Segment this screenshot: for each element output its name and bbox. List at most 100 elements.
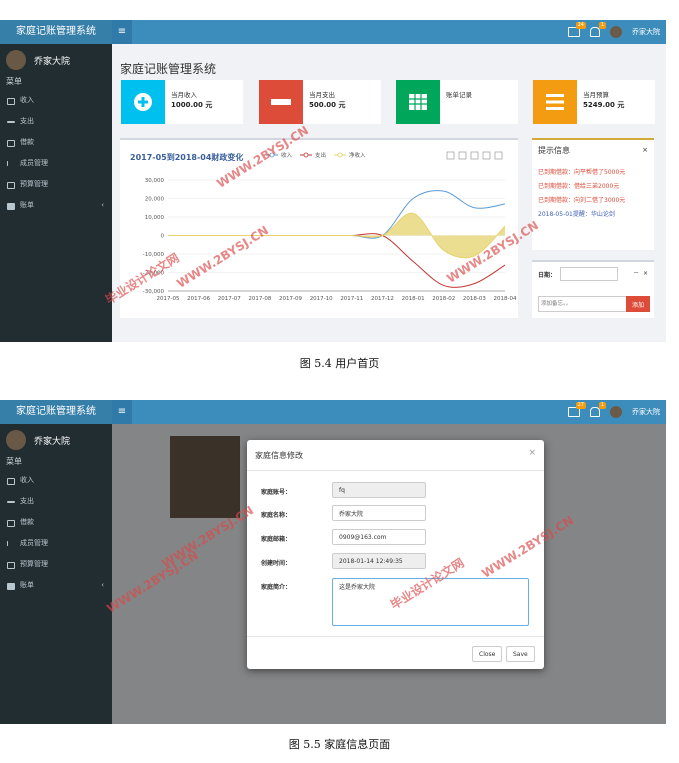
sidebar-item-members[interactable]: 成员管理 bbox=[0, 153, 112, 174]
sidebar-item-loan[interactable]: 借款 bbox=[0, 132, 112, 153]
close-button[interactable]: Close bbox=[472, 646, 503, 662]
series-line-0 bbox=[168, 190, 506, 239]
top-navbar: 家庭记账管理系统 ≡ 27 1 乔家大院 bbox=[0, 400, 666, 424]
brand-logo[interactable]: 家庭记账管理系统 bbox=[0, 400, 112, 424]
money-icon bbox=[7, 478, 15, 485]
date-input[interactable] bbox=[560, 267, 618, 281]
notice-line: 2018-05-01提醒：华山论剑 bbox=[538, 211, 615, 218]
field-label: 家庭邮箱： bbox=[261, 536, 292, 543]
sidebar-item-members[interactable]: 成员管理 bbox=[0, 533, 112, 554]
close-icon[interactable]: × bbox=[528, 448, 536, 458]
legend-label: 收入 bbox=[281, 151, 293, 159]
family-account-field[interactable] bbox=[332, 482, 426, 498]
stat-budget[interactable]: 当月预算 5249.00 元 bbox=[533, 80, 655, 124]
book-icon bbox=[7, 182, 15, 189]
line-icon[interactable] bbox=[470, 151, 479, 160]
y-tick-label: 10,000 bbox=[145, 215, 165, 221]
brand-logo[interactable]: 家庭记账管理系统 bbox=[0, 20, 112, 44]
sidebar-item-income[interactable]: 收入 bbox=[0, 90, 112, 111]
y-tick-label: 0 bbox=[161, 234, 165, 240]
sidebar-item-budget[interactable]: 预算管理 bbox=[0, 554, 112, 575]
family-intro-textarea[interactable]: 这是乔家大院 bbox=[332, 578, 529, 626]
memo-input[interactable] bbox=[538, 296, 628, 312]
sidebar-item-bills[interactable]: 账单 ‹ bbox=[0, 575, 112, 596]
sidebar-item-budget[interactable]: 预算管理 bbox=[0, 174, 112, 195]
bar-icon[interactable] bbox=[482, 151, 491, 160]
legend-marker bbox=[269, 152, 275, 158]
created-time-field[interactable] bbox=[332, 553, 426, 569]
menu-header: 菜单 bbox=[6, 457, 22, 466]
finance-chart-panel: 30,000 20,000 10,000 0 -10,000 -20,000 -30,000… bbox=[120, 138, 518, 318]
bell-icon[interactable]: 1 bbox=[590, 402, 606, 417]
plus-icon bbox=[121, 80, 165, 124]
sidebar-item-label: 账单 bbox=[20, 201, 34, 209]
sidebar-item-bills[interactable]: 账单 ‹ bbox=[0, 195, 112, 216]
navbar-right: 24 1 乔家大院 bbox=[568, 20, 660, 44]
sidebar-item-label: 成员管理 bbox=[20, 539, 48, 547]
upload-icon bbox=[7, 161, 8, 166]
sidebar-item-label: 预算管理 bbox=[20, 180, 48, 188]
sidebar-item-expense[interactable]: 支出 bbox=[0, 111, 112, 132]
modal-title: 家庭信息修改 bbox=[255, 451, 303, 460]
sidebar-item-income[interactable]: 收入 bbox=[0, 470, 112, 491]
legend-marker bbox=[303, 152, 309, 158]
stat-label: 账单记录 bbox=[446, 91, 472, 99]
close-icon[interactable]: × bbox=[642, 146, 648, 154]
sidebar-item-label: 预算管理 bbox=[20, 560, 48, 568]
envelope-icon[interactable]: 27 bbox=[568, 402, 586, 417]
avatar bbox=[6, 50, 26, 70]
refresh-icon[interactable] bbox=[494, 151, 503, 160]
family-email-field[interactable] bbox=[332, 529, 426, 545]
legend-label: 支出 bbox=[315, 151, 326, 159]
navbar-username[interactable]: 乔家大院 bbox=[632, 407, 660, 417]
bars-icon[interactable]: ≡ bbox=[112, 20, 132, 44]
main-content: 家庭记账管理系统 当月收入 1000.00 元 当月支出 500.00 元 账单… bbox=[112, 44, 666, 342]
list-icon bbox=[533, 80, 577, 124]
card-icon bbox=[7, 520, 15, 527]
user-name: 乔家大院 bbox=[34, 437, 71, 447]
stat-income[interactable]: 当月收入 1000.00 元 bbox=[121, 80, 243, 124]
x-tick-label: 2018-01 bbox=[402, 296, 425, 302]
stat-expense[interactable]: 当月支出 500.00 元 bbox=[259, 80, 381, 124]
sidebar-item-loan[interactable]: 借款 bbox=[0, 512, 112, 533]
sidebar-item-label: 收入 bbox=[20, 476, 34, 484]
alerts-badge: 1 bbox=[598, 402, 606, 409]
field-label: 家庭简介： bbox=[261, 584, 292, 591]
notice-line: 已到期借款：向平帮借了5000元 bbox=[538, 169, 626, 176]
stat-label: 当月支出 bbox=[309, 91, 335, 99]
add-memo-button[interactable]: 添加 bbox=[626, 296, 650, 312]
avatar[interactable] bbox=[610, 26, 622, 38]
x-tick-label: 2017-11 bbox=[340, 296, 363, 302]
alerts-badge: 1 bbox=[598, 22, 606, 29]
date-panel: 日期： － × 添加 bbox=[532, 260, 654, 318]
field-label: 创建时间： bbox=[261, 560, 292, 567]
sidebar-item-label: 借款 bbox=[20, 518, 34, 526]
x-tick-label: 2018-02 bbox=[432, 296, 455, 302]
book-icon bbox=[7, 562, 15, 569]
envelope-icon[interactable]: 24 bbox=[568, 22, 586, 37]
download-icon[interactable] bbox=[446, 151, 455, 160]
folder-icon bbox=[7, 583, 15, 590]
sidebar-item-expense[interactable]: 支出 bbox=[0, 491, 112, 512]
close-icon[interactable]: × bbox=[643, 270, 648, 277]
bell-icon[interactable]: 1 bbox=[590, 22, 606, 37]
notice-panel: 提示信息 × 已到期借款：向平帮借了5000元 已到期借款：借给三弟2000元 已到… bbox=[532, 138, 654, 250]
finance-line-chart: 30,000 20,000 10,000 0 -10,000 -20,000 -30,000… bbox=[143, 151, 517, 302]
family-info-modal: 家庭信息修改 × 家庭账号： 家庭名称： 家庭邮箱： 创建时间： 家庭简介： 这… bbox=[247, 440, 544, 669]
chart-title: 2017-05到2018-04财政变化 bbox=[130, 153, 244, 162]
family-name-field[interactable] bbox=[332, 505, 426, 521]
save-button[interactable]: Save bbox=[506, 646, 535, 662]
minimize-icon[interactable]: － bbox=[633, 270, 639, 277]
minus-icon bbox=[7, 121, 15, 123]
stat-bills[interactable]: 账单记录 bbox=[396, 80, 518, 124]
legend-label: 净收入 bbox=[349, 151, 366, 159]
screenshot-user-home: 家庭记账管理系统 ≡ 24 1 乔家大院 乔家大院 菜单 收入 支出 借款 成员… bbox=[0, 20, 666, 342]
data-view-icon[interactable] bbox=[458, 151, 467, 160]
avatar[interactable] bbox=[610, 406, 622, 418]
bars-icon[interactable]: ≡ bbox=[112, 400, 132, 424]
figure-caption-1: 图 5.4 用户首页 bbox=[299, 357, 380, 370]
user-panel: 乔家大院 bbox=[0, 44, 112, 74]
navbar-username[interactable]: 乔家大院 bbox=[632, 27, 660, 37]
x-tick-label: 2017-07 bbox=[218, 296, 241, 302]
notice-line: 已到期借款：借给三弟2000元 bbox=[538, 183, 620, 190]
